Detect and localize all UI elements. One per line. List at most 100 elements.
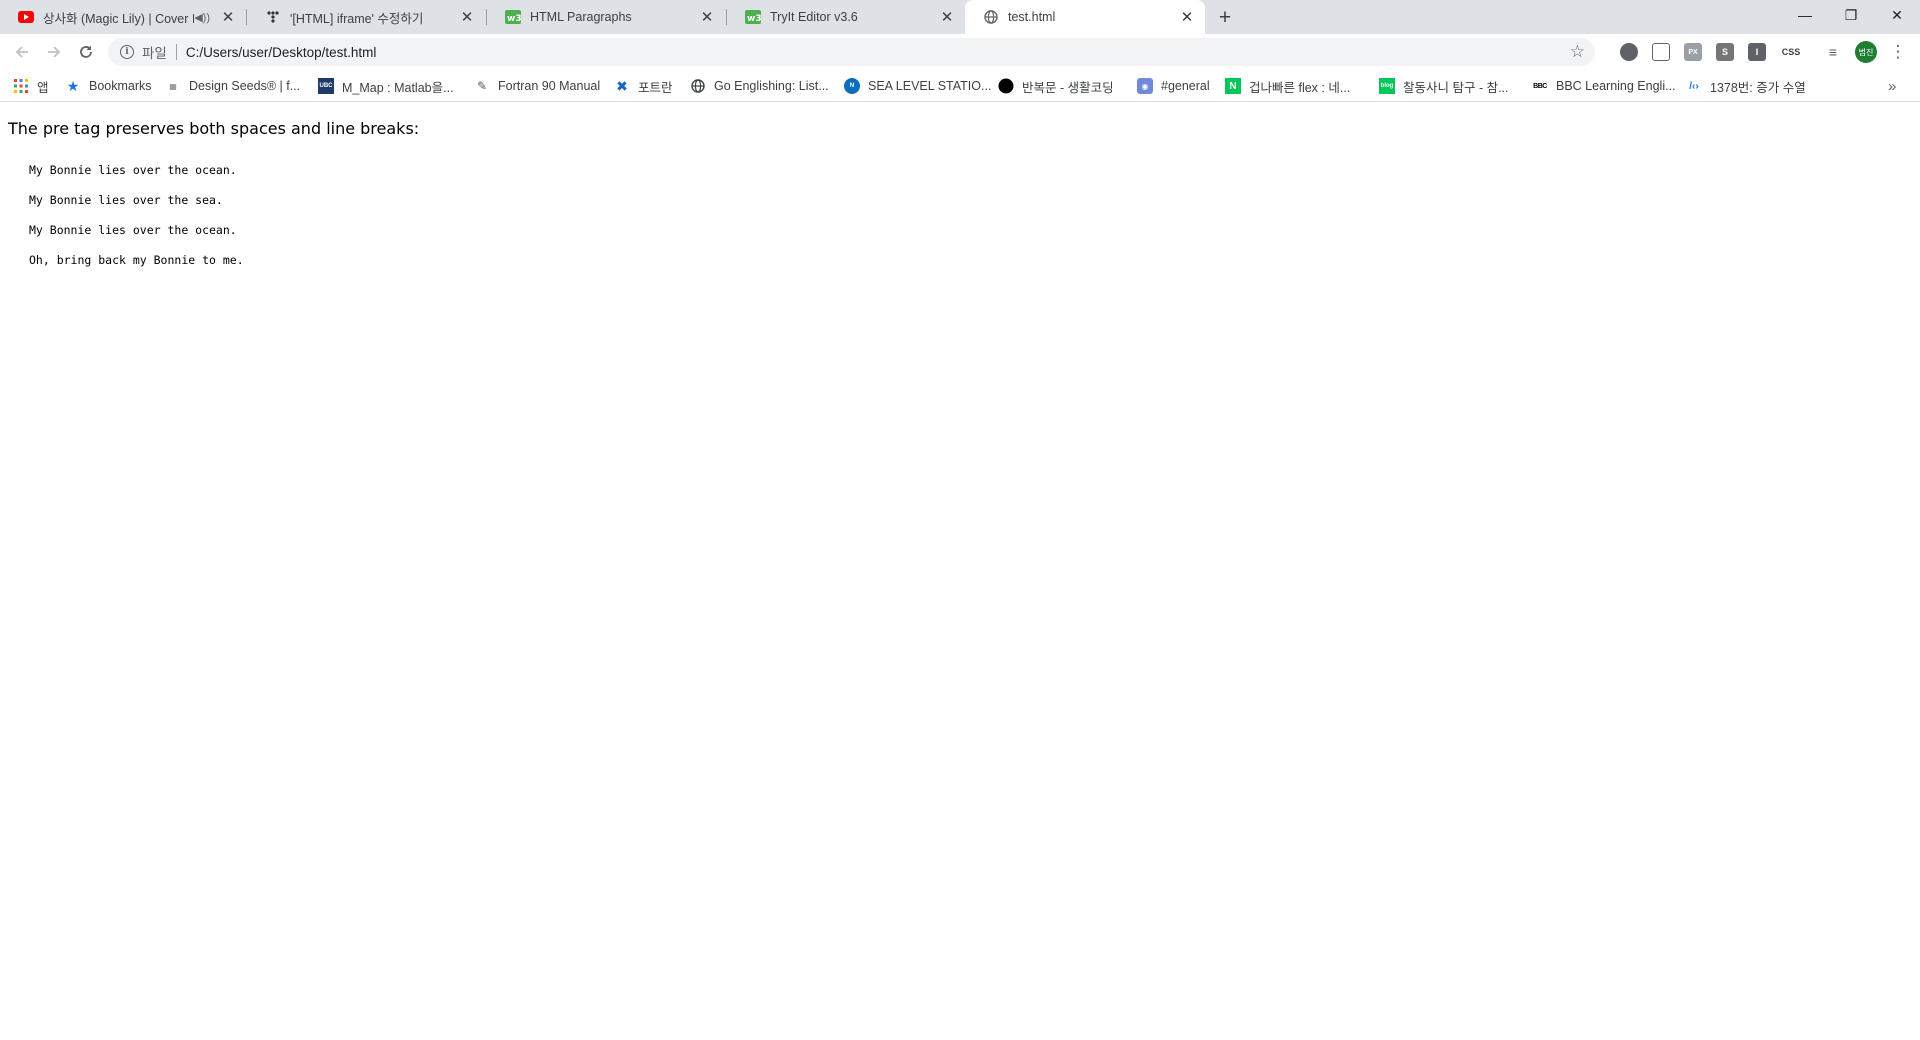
star-icon: ★ xyxy=(66,77,80,94)
forward-arrow-icon xyxy=(48,46,61,58)
bookmarks-bar: 앱 ★ Bookmarks ▦ Design Seeds® | f... UBC… xyxy=(0,70,1920,102)
designseeds-icon: ▦ xyxy=(169,81,177,91)
svg-text:w3: w3 xyxy=(507,14,521,24)
bookmark-label: Fortran 90 Manual xyxy=(498,79,601,93)
naver-icon: N xyxy=(1225,78,1241,94)
bookmark-star-icon[interactable]: ☆ xyxy=(1570,42,1585,62)
tab-title: TryIt Editor v3.6 xyxy=(770,10,858,24)
tab-title: HTML Paragraphs xyxy=(530,10,632,24)
poem-line: My Bonnie lies over the sea. xyxy=(29,193,223,207)
bookmark-label: 앱 xyxy=(37,80,49,95)
back-arrow-icon xyxy=(15,46,28,58)
bookmark-label: BBC Learning Engli... xyxy=(1556,79,1676,93)
site-info-icon[interactable]: i xyxy=(120,45,134,59)
bookmark-label: M_Map : Matlab을... xyxy=(342,80,454,95)
tab-strip: 상사화 (Magic Lily) | Cover I ◀)) ✕ '[HTML]… xyxy=(0,0,1920,34)
address-bar[interactable]: i 파일 C:/Users/user/Desktop/test.html ☆ xyxy=(108,38,1595,66)
page-content: The pre tag preserves both spaces and li… xyxy=(0,103,1920,1040)
discord-icon: ◉ xyxy=(1137,78,1153,94)
tab-title: 상사화 (Magic Lily) | Cover I xyxy=(43,11,195,26)
profile-avatar[interactable]: 범진 xyxy=(1855,41,1877,63)
black-circle-icon xyxy=(998,78,1014,94)
tab-velog[interactable]: '[HTML] iframe' 수정하기 ✕ xyxy=(247,0,485,34)
bookmark-label: 반복문 - 생활코딩 xyxy=(1022,80,1114,95)
cross-icon: ✖ xyxy=(616,77,628,94)
bookmark-design-seeds[interactable]: ▦ Design Seeds® | f... xyxy=(165,70,300,102)
youtube-icon xyxy=(18,9,34,25)
extension-screen-icon[interactable] xyxy=(1652,43,1670,61)
close-tab-icon[interactable]: ✕ xyxy=(939,9,955,26)
extension-circle-icon[interactable] xyxy=(1620,43,1638,61)
extension-i-icon[interactable]: I xyxy=(1748,43,1766,61)
scheme-label: 파일 xyxy=(142,46,167,61)
reload-button[interactable] xyxy=(72,38,100,66)
bookmark-m-map[interactable]: UBC M_Map : Matlab을... xyxy=(318,70,454,102)
bookmark-general[interactable]: ◉ #general xyxy=(1137,70,1210,102)
bookmark-loop-opentutorials[interactable]: 반복문 - 생활코딩 xyxy=(998,70,1114,102)
forward-button[interactable] xyxy=(40,38,68,66)
restore-button[interactable]: ❐ xyxy=(1828,0,1874,30)
bookmark-blog[interactable]: blog 찰동사니 탐구 - 참... xyxy=(1379,70,1509,102)
url-text[interactable]: C:/Users/user/Desktop/test.html xyxy=(186,45,377,60)
apps-grid-icon xyxy=(13,78,29,94)
poem-preformatted: My Bonnie lies over the ocean. My Bonnie… xyxy=(29,155,244,275)
w3schools-icon: w3 xyxy=(745,9,761,25)
bookmark-flex[interactable]: N 겁나빠른 flex : 네... xyxy=(1225,70,1350,102)
noaa-icon: N xyxy=(844,78,860,94)
close-tab-icon[interactable]: ✕ xyxy=(1179,9,1195,26)
poem-line: Oh, bring back my Bonnie to me. xyxy=(29,253,244,267)
address-separator xyxy=(175,44,177,60)
browser-toolbar: i 파일 C:/Users/user/Desktop/test.html ☆ P… xyxy=(0,34,1920,70)
bookmark-go-englishing[interactable]: Go Englishing: List... xyxy=(690,70,829,102)
bbc-icon: BBC xyxy=(1533,82,1547,90)
close-tab-icon[interactable]: ✕ xyxy=(699,9,715,26)
tab-html-paragraphs[interactable]: w3 HTML Paragraphs ✕ xyxy=(487,0,725,34)
speaker-icon[interactable]: ◀)) xyxy=(194,11,210,24)
bookmark-label: Go Englishing: List... xyxy=(714,79,829,93)
globe-icon xyxy=(690,78,706,94)
bookmark-sea-level[interactable]: N SEA LEVEL STATIO... xyxy=(844,70,991,102)
svg-text:w3: w3 xyxy=(747,14,761,24)
poem-line: My Bonnie lies over the ocean. xyxy=(29,163,237,177)
poem-line: My Bonnie lies over the ocean. xyxy=(29,223,237,237)
bookmark-label: 찰동사니 탐구 - 참... xyxy=(1403,80,1509,95)
tab-title: '[HTML] iframe' 수정하기 xyxy=(290,11,424,26)
bookmark-fortran-kr[interactable]: ✖ 포트란 xyxy=(614,70,673,102)
w3schools-icon: w3 xyxy=(505,9,521,25)
bookmark-label: #general xyxy=(1161,79,1210,93)
new-tab-button[interactable]: + xyxy=(1212,5,1238,31)
bookmark-label: 겁나빠른 flex : 네... xyxy=(1249,80,1351,95)
bookmark-label: Bookmarks xyxy=(89,79,152,93)
tab-tryit-editor[interactable]: w3 TryIt Editor v3.6 ✕ xyxy=(727,0,965,34)
code-brackets-icon: /‹› xyxy=(1689,80,1699,92)
reload-icon xyxy=(80,45,92,58)
bookmark-label: Design Seeds® | f... xyxy=(189,79,301,93)
bookmark-label: 포트란 xyxy=(638,80,673,95)
more-bookmarks-icon[interactable]: » xyxy=(1888,78,1896,95)
close-tab-icon[interactable]: ✕ xyxy=(220,9,236,26)
minimize-button[interactable]: — xyxy=(1782,0,1828,30)
ubc-icon: UBC xyxy=(318,78,334,94)
bookmark-label: 1378번: 증가 수열 xyxy=(1710,80,1806,95)
browser-menu-icon[interactable]: ⋮ xyxy=(1888,40,1908,64)
bookmark-apps[interactable]: 앱 xyxy=(13,70,49,102)
extension-s-icon[interactable]: S xyxy=(1716,43,1734,61)
tab-youtube[interactable]: 상사화 (Magic Lily) | Cover I ◀)) ✕ xyxy=(0,0,246,34)
bookmark-bookmarks[interactable]: ★ Bookmarks xyxy=(65,70,152,102)
close-tab-icon[interactable]: ✕ xyxy=(459,9,475,26)
intro-paragraph: The pre tag preserves both spaces and li… xyxy=(8,119,420,138)
bookmark-label: SEA LEVEL STATIO... xyxy=(868,79,992,93)
media-control-icon[interactable]: ≡ xyxy=(1824,43,1842,61)
tab-title: test.html xyxy=(1008,10,1056,24)
bookmark-baekjoon[interactable]: /‹› 1378번: 증가 수열 xyxy=(1686,70,1806,102)
globe-icon xyxy=(983,9,999,25)
back-button[interactable] xyxy=(8,38,36,66)
bookmark-bbc[interactable]: BBC BBC Learning Engli... xyxy=(1532,70,1676,102)
fortran-icon: ✎ xyxy=(476,79,488,93)
extension-px-icon[interactable]: PX xyxy=(1684,43,1702,61)
velog-icon xyxy=(265,9,281,25)
tab-test-html[interactable]: test.html ✕ xyxy=(965,0,1205,34)
bookmark-fortran-manual[interactable]: ✎ Fortran 90 Manual xyxy=(474,70,600,102)
close-window-button[interactable]: ✕ xyxy=(1874,0,1920,30)
extension-css-icon[interactable]: CSS xyxy=(1778,43,1804,61)
